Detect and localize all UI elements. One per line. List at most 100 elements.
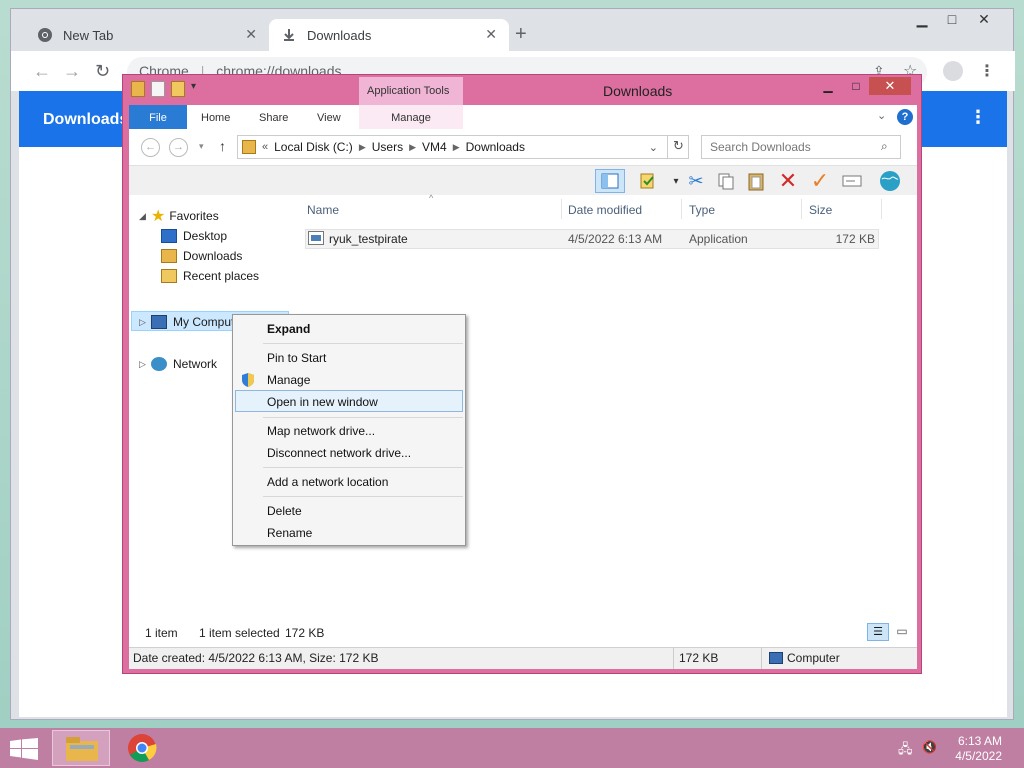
new-tab-button[interactable]: +: [515, 23, 527, 46]
menu-item-delete[interactable]: Delete: [267, 504, 302, 518]
large-icons-view-icon[interactable]: ▭: [891, 623, 913, 641]
close-tab-icon[interactable]: ✕: [245, 26, 257, 43]
maximize-icon[interactable]: □: [937, 11, 967, 27]
breadcrumb-users[interactable]: Users: [372, 140, 403, 154]
details-text: Date created: 4/5/2022 6:13 AM, Size: 17…: [133, 651, 379, 665]
divider: [673, 647, 674, 669]
help-icon[interactable]: ?: [897, 109, 913, 125]
tab-home[interactable]: Home: [201, 105, 230, 129]
close-tab-icon[interactable]: ✕: [485, 26, 497, 43]
collapse-icon[interactable]: ◢: [139, 211, 151, 222]
nav-my-computer[interactable]: ▷ My Computer: [139, 312, 245, 332]
menu-dots-icon[interactable]: ⋮: [979, 61, 995, 81]
tab-file[interactable]: File: [129, 105, 187, 129]
close-icon[interactable]: ✕: [869, 77, 911, 95]
rename-icon[interactable]: [839, 169, 865, 193]
tab-manage[interactable]: Manage: [359, 105, 463, 129]
nav-downloads[interactable]: Downloads: [139, 246, 259, 266]
chevron-down-icon[interactable]: ▾: [191, 81, 201, 97]
folder-icon[interactable]: [131, 81, 145, 97]
download-icon: [281, 27, 297, 43]
refresh-icon[interactable]: ↻: [667, 135, 689, 159]
search-icon[interactable]: ⌕: [881, 139, 888, 154]
breadcrumb-separator-icon[interactable]: ▶: [453, 142, 460, 153]
column-type[interactable]: Type: [689, 203, 715, 217]
recent-locations-icon[interactable]: ▾: [199, 141, 204, 152]
taskbar-clock[interactable]: 6:13 AM 4/5/2022: [955, 734, 1002, 764]
file-date: 4/5/2022 6:13 AM: [568, 232, 663, 246]
forward-icon[interactable]: →: [169, 138, 188, 157]
ribbon-expand-icon[interactable]: ⌄: [877, 109, 886, 122]
reload-icon[interactable]: ↻: [95, 61, 110, 82]
recent-places-icon: [161, 269, 177, 283]
windows-start-icon[interactable]: [10, 738, 38, 763]
avatar[interactable]: [943, 61, 963, 81]
file-explorer-taskbar-button[interactable]: [52, 730, 110, 766]
menu-item-rename[interactable]: Rename: [267, 526, 312, 540]
page-title: Downloads: [43, 111, 129, 128]
address-dropdown-icon[interactable]: ⌄: [649, 141, 658, 154]
properties-icon[interactable]: [151, 81, 165, 97]
breadcrumb-vm4[interactable]: VM4: [422, 140, 447, 154]
new-folder-icon[interactable]: [171, 81, 185, 97]
column-divider[interactable]: [561, 199, 562, 219]
breadcrumb-separator-icon[interactable]: ▶: [359, 142, 366, 153]
column-divider[interactable]: [801, 199, 802, 219]
delete-icon[interactable]: ✕: [775, 168, 801, 193]
forward-icon[interactable]: →: [63, 61, 81, 82]
maximize-icon[interactable]: □: [841, 79, 871, 93]
column-divider[interactable]: [881, 199, 882, 219]
back-icon[interactable]: ←: [33, 61, 51, 82]
chrome-taskbar-button[interactable]: [114, 730, 172, 766]
globe-icon[interactable]: [877, 169, 903, 193]
column-name[interactable]: Name: [307, 203, 339, 217]
computer-icon: [151, 315, 167, 329]
menu-item-expand[interactable]: Expand: [267, 322, 310, 336]
tab-downloads[interactable]: Downloads ✕: [269, 19, 509, 51]
checkmark-icon[interactable]: ✓: [807, 168, 833, 193]
copy-icon[interactable]: [713, 169, 739, 193]
menu-item-pin-to-start[interactable]: Pin to Start: [267, 351, 326, 365]
network-tray-icon[interactable]: 🖧: [898, 740, 913, 762]
menu-item-open-new-window[interactable]: Open in new window: [267, 395, 378, 409]
menu-item-disconnect-network-drive[interactable]: Disconnect network drive...: [267, 446, 411, 460]
details-view-icon[interactable]: ☰: [867, 623, 889, 641]
cut-icon[interactable]: ✂: [683, 169, 709, 193]
clock-time: 6:13 AM: [957, 734, 1002, 748]
nav-desktop[interactable]: Desktop: [139, 226, 259, 246]
preview-pane-icon[interactable]: [595, 169, 625, 193]
tab-share[interactable]: Share: [259, 105, 288, 129]
column-divider[interactable]: [681, 199, 682, 219]
menu-item-map-network-drive[interactable]: Map network drive...: [267, 424, 375, 438]
minimize-icon[interactable]: ▁: [813, 79, 843, 93]
search-input[interactable]: Search Downloads: [701, 135, 901, 159]
nav-recent[interactable]: Recent places: [139, 266, 259, 286]
tab-view[interactable]: View: [317, 105, 341, 129]
close-icon[interactable]: ✕: [969, 11, 999, 28]
tab-new-tab[interactable]: New Tab ✕: [25, 19, 269, 51]
breadcrumb-overflow[interactable]: «: [262, 141, 268, 153]
file-size: 172 KB: [835, 232, 875, 246]
breadcrumb-downloads[interactable]: Downloads: [466, 140, 525, 154]
network-icon: [151, 357, 167, 371]
breadcrumb-local-disk[interactable]: Local Disk (C:): [274, 140, 353, 154]
breadcrumb-separator-icon[interactable]: ▶: [409, 142, 416, 153]
menu-item-add-network-location[interactable]: Add a network location: [267, 475, 388, 489]
paste-icon[interactable]: [743, 169, 769, 193]
expand-icon[interactable]: ▷: [139, 359, 151, 370]
nav-network[interactable]: ▷ Network: [139, 354, 217, 374]
address-box[interactable]: « Local Disk (C:) ▶ Users ▶ VM4 ▶ Downlo…: [237, 135, 689, 159]
properties-icon[interactable]: [635, 169, 661, 193]
column-date-modified[interactable]: Date modified: [568, 203, 642, 217]
menu-item-manage[interactable]: Manage: [267, 373, 310, 387]
column-size[interactable]: Size: [809, 203, 832, 217]
file-name[interactable]: ryuk_testpirate: [329, 232, 408, 246]
expand-icon[interactable]: ▷: [139, 317, 151, 328]
nav-favorites[interactable]: ◢ ★ Favorites: [139, 206, 259, 226]
volume-muted-icon[interactable]: 🔇: [922, 740, 937, 754]
tab-strip: New Tab ✕ Downloads ✕ + ▁ □ ✕: [11, 9, 1015, 51]
more-options-icon[interactable]: ⋮: [969, 107, 987, 128]
up-icon[interactable]: ↑: [219, 138, 226, 154]
minimize-icon[interactable]: ▁: [907, 11, 937, 28]
back-icon[interactable]: ←: [141, 138, 160, 157]
